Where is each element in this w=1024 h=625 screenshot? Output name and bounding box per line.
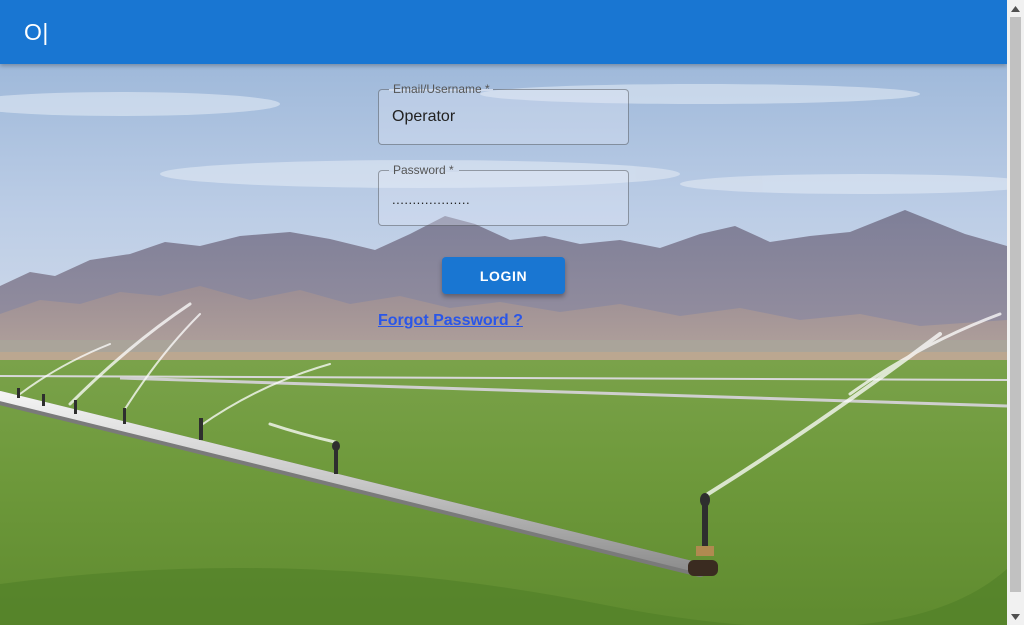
- password-field[interactable]: Password *: [378, 164, 629, 226]
- login-form: Email/Username * Password * LOGIN Forgot…: [378, 83, 629, 329]
- login-button[interactable]: LOGIN: [442, 257, 565, 294]
- app-bar: O|: [0, 0, 1007, 64]
- password-input[interactable]: [392, 189, 617, 209]
- username-label: Email/Username *: [389, 83, 494, 95]
- scroll-thumb[interactable]: [1010, 17, 1021, 592]
- username-input[interactable]: [392, 107, 617, 127]
- triangle-up-icon[interactable]: [1007, 0, 1024, 17]
- app-title: O|: [24, 19, 49, 45]
- scrollbar[interactable]: [1007, 0, 1024, 625]
- password-label: Password *: [389, 164, 458, 176]
- triangle-down-icon[interactable]: [1007, 608, 1024, 625]
- forgot-password-link[interactable]: Forgot Password ?: [378, 312, 523, 330]
- username-field[interactable]: Email/Username *: [378, 83, 629, 145]
